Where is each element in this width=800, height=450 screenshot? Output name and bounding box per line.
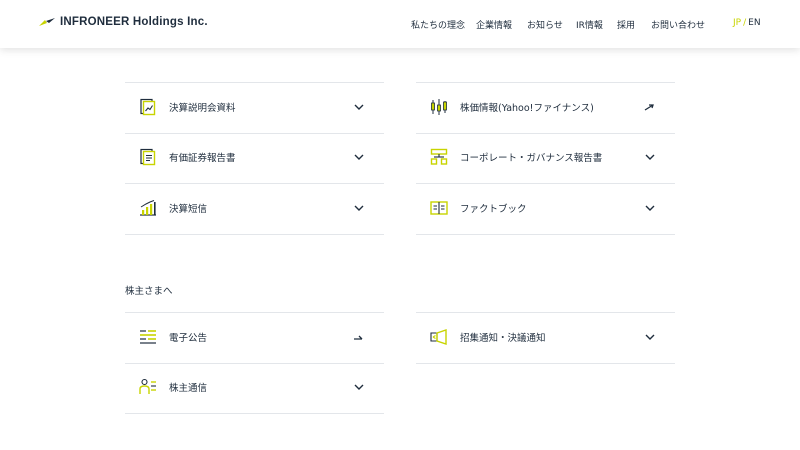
ir-item-label: 決算短信 (169, 204, 208, 215)
nav-contact[interactable]: お問い合わせ (651, 18, 705, 31)
chevron-down-icon[interactable] (645, 153, 655, 161)
lang-jp[interactable]: JP (733, 18, 741, 28)
presentation-doc-icon (140, 98, 156, 116)
shareholder-item-electronic-notice[interactable]: 電子公告 (125, 312, 384, 364)
lang-en[interactable]: EN (748, 18, 760, 28)
nav-ir[interactable]: IR情報 (576, 18, 603, 31)
shareholder-item-meeting-notice[interactable]: 招集通知・決議通知 (416, 312, 675, 364)
nav-news[interactable]: お知らせ (527, 18, 563, 31)
report-doc-icon (140, 148, 156, 166)
ir-item-factbook[interactable]: ファクトブック (416, 184, 675, 235)
site-header: INFRONEER Holdings Inc. 私たちの理念 企業情報 お知らせ… (0, 0, 800, 48)
chevron-down-icon[interactable] (354, 103, 364, 111)
chevron-down-icon[interactable] (354, 153, 364, 161)
chevron-down-icon[interactable] (645, 333, 655, 341)
ir-item-label: 有価証券報告書 (169, 153, 236, 164)
ir-item-earnings-summary[interactable]: 決算短信 (125, 184, 384, 235)
nav-company[interactable]: 企業情報 (476, 18, 512, 31)
list-icon (140, 330, 156, 344)
ir-item-label: ファクトブック (460, 204, 527, 215)
nav-philosophy[interactable]: 私たちの理念 (411, 18, 465, 31)
nav-recruit[interactable]: 採用 (617, 18, 635, 31)
chevron-down-icon[interactable] (645, 204, 655, 212)
candlestick-icon (431, 99, 447, 115)
shareholder-item-label: 電子公告 (169, 333, 208, 344)
shareholders-section-title: 株主さまへ (125, 286, 173, 297)
people-icon (139, 378, 156, 394)
megaphone-icon (430, 329, 447, 345)
ir-item-governance-report[interactable]: コーポレート・ガバナンス報告書 (416, 133, 675, 184)
global-nav: 私たちの理念 企業情報 お知らせ IR情報 採用 お問い合わせ (0, 18, 800, 32)
open-book-icon (430, 201, 448, 215)
lang-separator: / (743, 18, 747, 28)
chevron-down-icon[interactable] (354, 204, 364, 212)
ir-item-label: コーポレート・ガバナンス報告書 (460, 153, 603, 164)
ir-item-stock-info[interactable]: 株価情報(Yahoo!ファイナンス) (416, 82, 675, 134)
shareholder-item-label: 招集通知・決議通知 (460, 333, 546, 344)
org-chart-icon (430, 148, 448, 165)
shareholder-item-newsletter[interactable]: 株主通信 (125, 363, 384, 414)
chevron-down-icon[interactable] (354, 383, 364, 391)
ir-item-securities-report[interactable]: 有価証券報告書 (125, 133, 384, 184)
ir-item-briefing-materials[interactable]: 決算説明会資料 (125, 82, 384, 134)
external-link-icon[interactable] (644, 103, 654, 111)
language-switcher: JP / EN (733, 18, 761, 28)
shareholder-item-label: 株主通信 (169, 383, 208, 394)
bar-chart-icon (140, 200, 156, 216)
external-link-icon[interactable] (353, 333, 363, 341)
ir-item-label: 株価情報(Yahoo!ファイナンス) (460, 103, 594, 114)
ir-item-label: 決算説明会資料 (169, 103, 236, 114)
